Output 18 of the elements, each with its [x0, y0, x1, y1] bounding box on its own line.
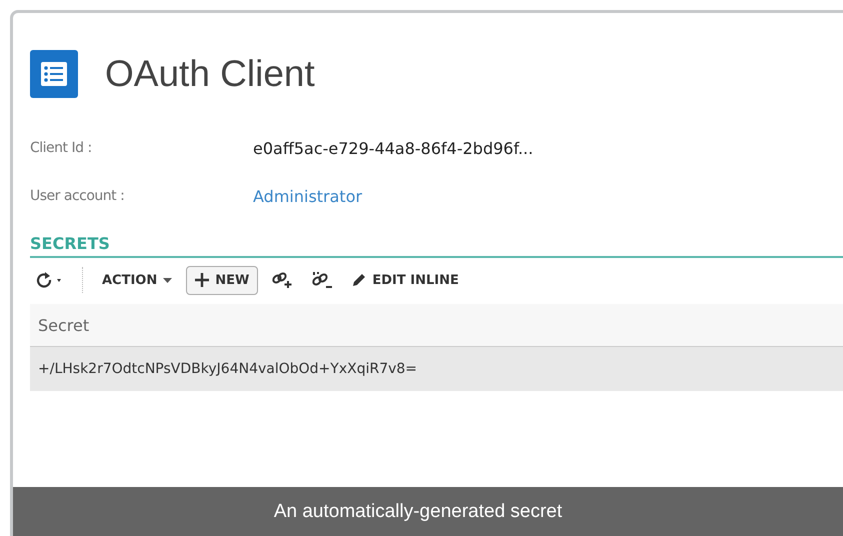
unlink-icon — [311, 271, 334, 289]
user-link[interactable]: Administrator — [253, 186, 362, 206]
pencil-icon — [352, 273, 366, 287]
table-cell: +/LHsk2r7OdtcNPsVDBkyJ64N4valObOd+YxXqiR7v8= — [30, 346, 843, 391]
link-plus-icon — [271, 271, 294, 289]
edit-inline-button[interactable]: EDIT INLINE — [346, 268, 465, 292]
list-icon — [30, 50, 78, 98]
caption: An automatically-generated secret — [13, 487, 843, 536]
column-header[interactable]: Secret — [30, 304, 843, 346]
action-dropdown[interactable]: ACTION — [96, 268, 178, 292]
page-title: OAuth Client — [105, 53, 315, 95]
caret-icon — [163, 278, 172, 282]
section-title: SECRETS — [30, 234, 110, 253]
field-label: Client Id : — [30, 140, 93, 156]
field-label: User account : — [30, 188, 126, 204]
new-button[interactable]: NEW — [186, 266, 258, 294]
field-value: e0aff5ac-e729-44a8-86f4-2bd96f... — [253, 138, 534, 158]
plus-icon — [195, 273, 210, 287]
